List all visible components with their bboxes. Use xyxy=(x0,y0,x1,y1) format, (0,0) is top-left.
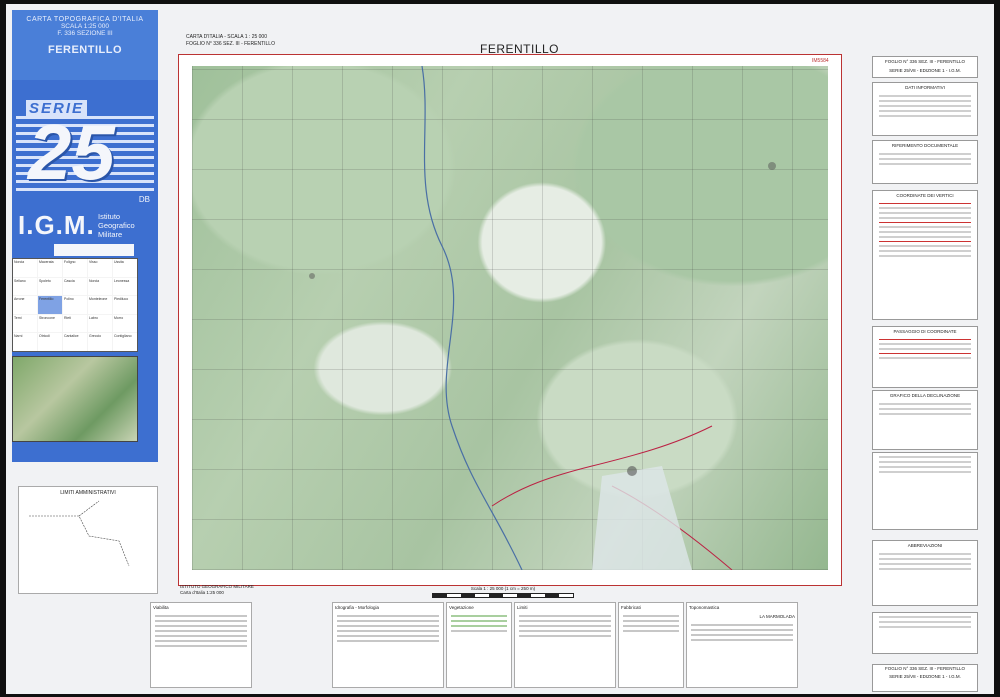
cover-scale: SCALA 1:25 000 xyxy=(60,23,110,30)
valley-plain xyxy=(592,466,692,570)
legend-strip: Viabilita Idrografia - Morfologia Vegeta… xyxy=(150,602,850,688)
publisher-bar xyxy=(54,244,134,256)
index-cell: Piediluco xyxy=(113,296,137,314)
index-cell: Norcia xyxy=(88,277,112,296)
cover-sheet-name: FERENTILLO xyxy=(47,44,123,56)
topographic-map[interactable] xyxy=(192,66,828,570)
cover-sheet-number: F. 336 SEZIONE III xyxy=(57,30,113,37)
side-transition-title: PASSAGGIO DI COORDINATE xyxy=(893,329,957,334)
scale-bar: Scala 1 : 25 000 (1 cm = 250 m) xyxy=(428,586,578,600)
town-marker xyxy=(309,273,315,279)
index-cell: Sellano xyxy=(13,277,37,296)
side-header-title: FOGLIO N° 336 SEZ. III - FERENTILLO xyxy=(884,59,966,64)
index-cell: Spoleto xyxy=(38,277,62,296)
side-header-subtitle: SERIE 25/V8 - EDIZIONE 1 - I.G.M. xyxy=(889,68,961,73)
side-info-title: DATI INFORMATIVI xyxy=(905,85,945,90)
scale-label: Scala 1 : 25 000 (1 cm = 250 m) xyxy=(470,586,536,591)
index-cell: Monteleone xyxy=(88,296,112,314)
side-info-panel: DATI INFORMATIVI xyxy=(872,82,978,136)
legend-sample-toponym: LA MARMOLADA xyxy=(759,614,795,619)
legend-panel-title: Vegetazione xyxy=(449,605,474,610)
cover-map-thumbnail xyxy=(12,356,138,442)
index-cell: Leonessa xyxy=(113,277,137,296)
index-cell: Rieti xyxy=(63,314,87,333)
publisher-logo: I.G.M. Istituto Geografico Militare xyxy=(18,210,152,258)
index-cell: Greccio xyxy=(88,333,112,351)
bottom-right-line1: FOGLIO N° 336 SEZ. III - FERENTILLO xyxy=(884,666,966,671)
cover-title: CARTA TOPOGRAFICA D'ITALIA xyxy=(26,16,144,23)
index-cell: Ussita xyxy=(113,259,137,277)
legend-panel-roads: Viabilita xyxy=(150,602,252,688)
legend-panel-title: Toponomastica xyxy=(689,605,720,610)
town-marker xyxy=(768,162,776,170)
legend-panel-title: Idrografia - Morfologia xyxy=(335,605,380,610)
map-code: IM5584 xyxy=(812,58,829,64)
publisher-line2: Geografico xyxy=(98,221,135,230)
map-header-left: CARTA D'ITALIA - SCALA 1 : 25 000 FOGLIO… xyxy=(186,34,275,48)
bottom-right-line2: SERIE 25/V8 - EDIZIONE 1 - I.G.M. xyxy=(889,674,961,679)
side-reference-panel: RIFERIMENTO DOCUMENTALE xyxy=(872,140,978,184)
index-cell: Cantalice xyxy=(63,333,87,351)
index-cell: Contigliano xyxy=(113,333,137,351)
index-cell: Terni xyxy=(13,314,37,333)
index-cell: Ferentillo xyxy=(38,296,62,314)
publisher-line1: Istituto xyxy=(98,212,121,221)
admin-limits-diagram xyxy=(29,500,130,567)
index-cell: Stroncone xyxy=(38,314,62,333)
header-scale-text: CARTA D'ITALIA - SCALA 1 : 25 000 xyxy=(186,34,267,40)
bottom-right-label: FOGLIO N° 336 SEZ. III - FERENTILLO SERI… xyxy=(872,664,978,692)
institute-block: ISTITUTO GEOGRAFICO MILITARE Carta d'Ita… xyxy=(180,584,254,596)
legend-panel-toponymy: Toponomastica LA MARMOLADA xyxy=(686,602,798,688)
admin-limits-box: LIMITI AMMINISTRATIVI xyxy=(18,486,158,594)
edition-code: DB xyxy=(138,195,150,204)
institute-subtitle: Carta d'Italia 1:25 000 xyxy=(180,590,224,595)
publisher-line3: Militare xyxy=(98,230,123,239)
side-coordinates-panel: COORDINATE DEI VERTICI xyxy=(872,190,978,320)
river xyxy=(421,66,523,570)
cover-title-block: CARTA TOPOGRAFICA D'ITALIA SCALA 1:25 00… xyxy=(12,10,158,80)
legend-panel-hydro: Idrografia - Morfologia xyxy=(332,602,444,688)
index-cell: Polino xyxy=(63,296,87,314)
index-cell: Cascia xyxy=(63,277,87,296)
side-abbreviations-title: ABBREVIAZIONI xyxy=(907,543,943,548)
side-reference-title: RIFERIMENTO DOCUMENTALE xyxy=(891,143,959,148)
side-declination-graph-panel xyxy=(872,452,978,530)
index-cell: Arrone xyxy=(13,296,37,314)
header-sheet-text: FOGLIO N° 336 SEZ. III - FERENTILLO xyxy=(186,41,275,47)
side-notes-panel xyxy=(872,612,978,654)
index-cell: Visso xyxy=(88,259,112,277)
side-coordinates-title: COORDINATE DEI VERTICI xyxy=(896,193,954,198)
index-cell: Narni xyxy=(13,333,37,351)
index-cell: Foligno xyxy=(63,259,87,277)
serie-logo: SERIE 25 DB xyxy=(16,98,154,208)
map-features xyxy=(309,66,776,570)
side-abbreviations-panel: ABBREVIAZIONI xyxy=(872,540,978,606)
town-marker xyxy=(627,466,637,476)
legend-panel-vegetation: Vegetazione xyxy=(446,602,512,688)
scale-graphic xyxy=(432,593,574,598)
sheet-index-grid: Norcia Macerata Foligno Visso Ussita Sellano S… xyxy=(12,258,138,352)
legend-panel-buildings: Fabbricati xyxy=(618,602,684,688)
legend-panel-title: Limiti xyxy=(517,605,528,610)
legend-panel-title: Viabilita xyxy=(153,605,169,610)
side-declination-panel: GRAFICO DELLA DECLINAZIONE xyxy=(872,390,978,450)
index-cell: Labro xyxy=(88,314,112,333)
admin-limits-title: LIMITI AMMINISTRATIVI xyxy=(60,490,116,496)
index-cell: Otricoli xyxy=(38,333,62,351)
serie-number: 25 xyxy=(28,108,115,196)
legend-panel-title: Fabbricati xyxy=(621,605,641,610)
legend-panel-limits: Limiti xyxy=(514,602,616,688)
side-declination-title: GRAFICO DELLA DECLINAZIONE xyxy=(889,393,961,398)
index-cell: Morro xyxy=(113,314,137,333)
index-cell: Macerata xyxy=(38,259,62,277)
side-transition-panel: PASSAGGIO DI COORDINATE xyxy=(872,326,978,388)
index-cell: Norcia xyxy=(13,259,37,277)
publisher-abbr: I.G.M. xyxy=(18,210,95,240)
side-header-panel: FOGLIO N° 336 SEZ. III - FERENTILLO SERI… xyxy=(872,56,978,78)
